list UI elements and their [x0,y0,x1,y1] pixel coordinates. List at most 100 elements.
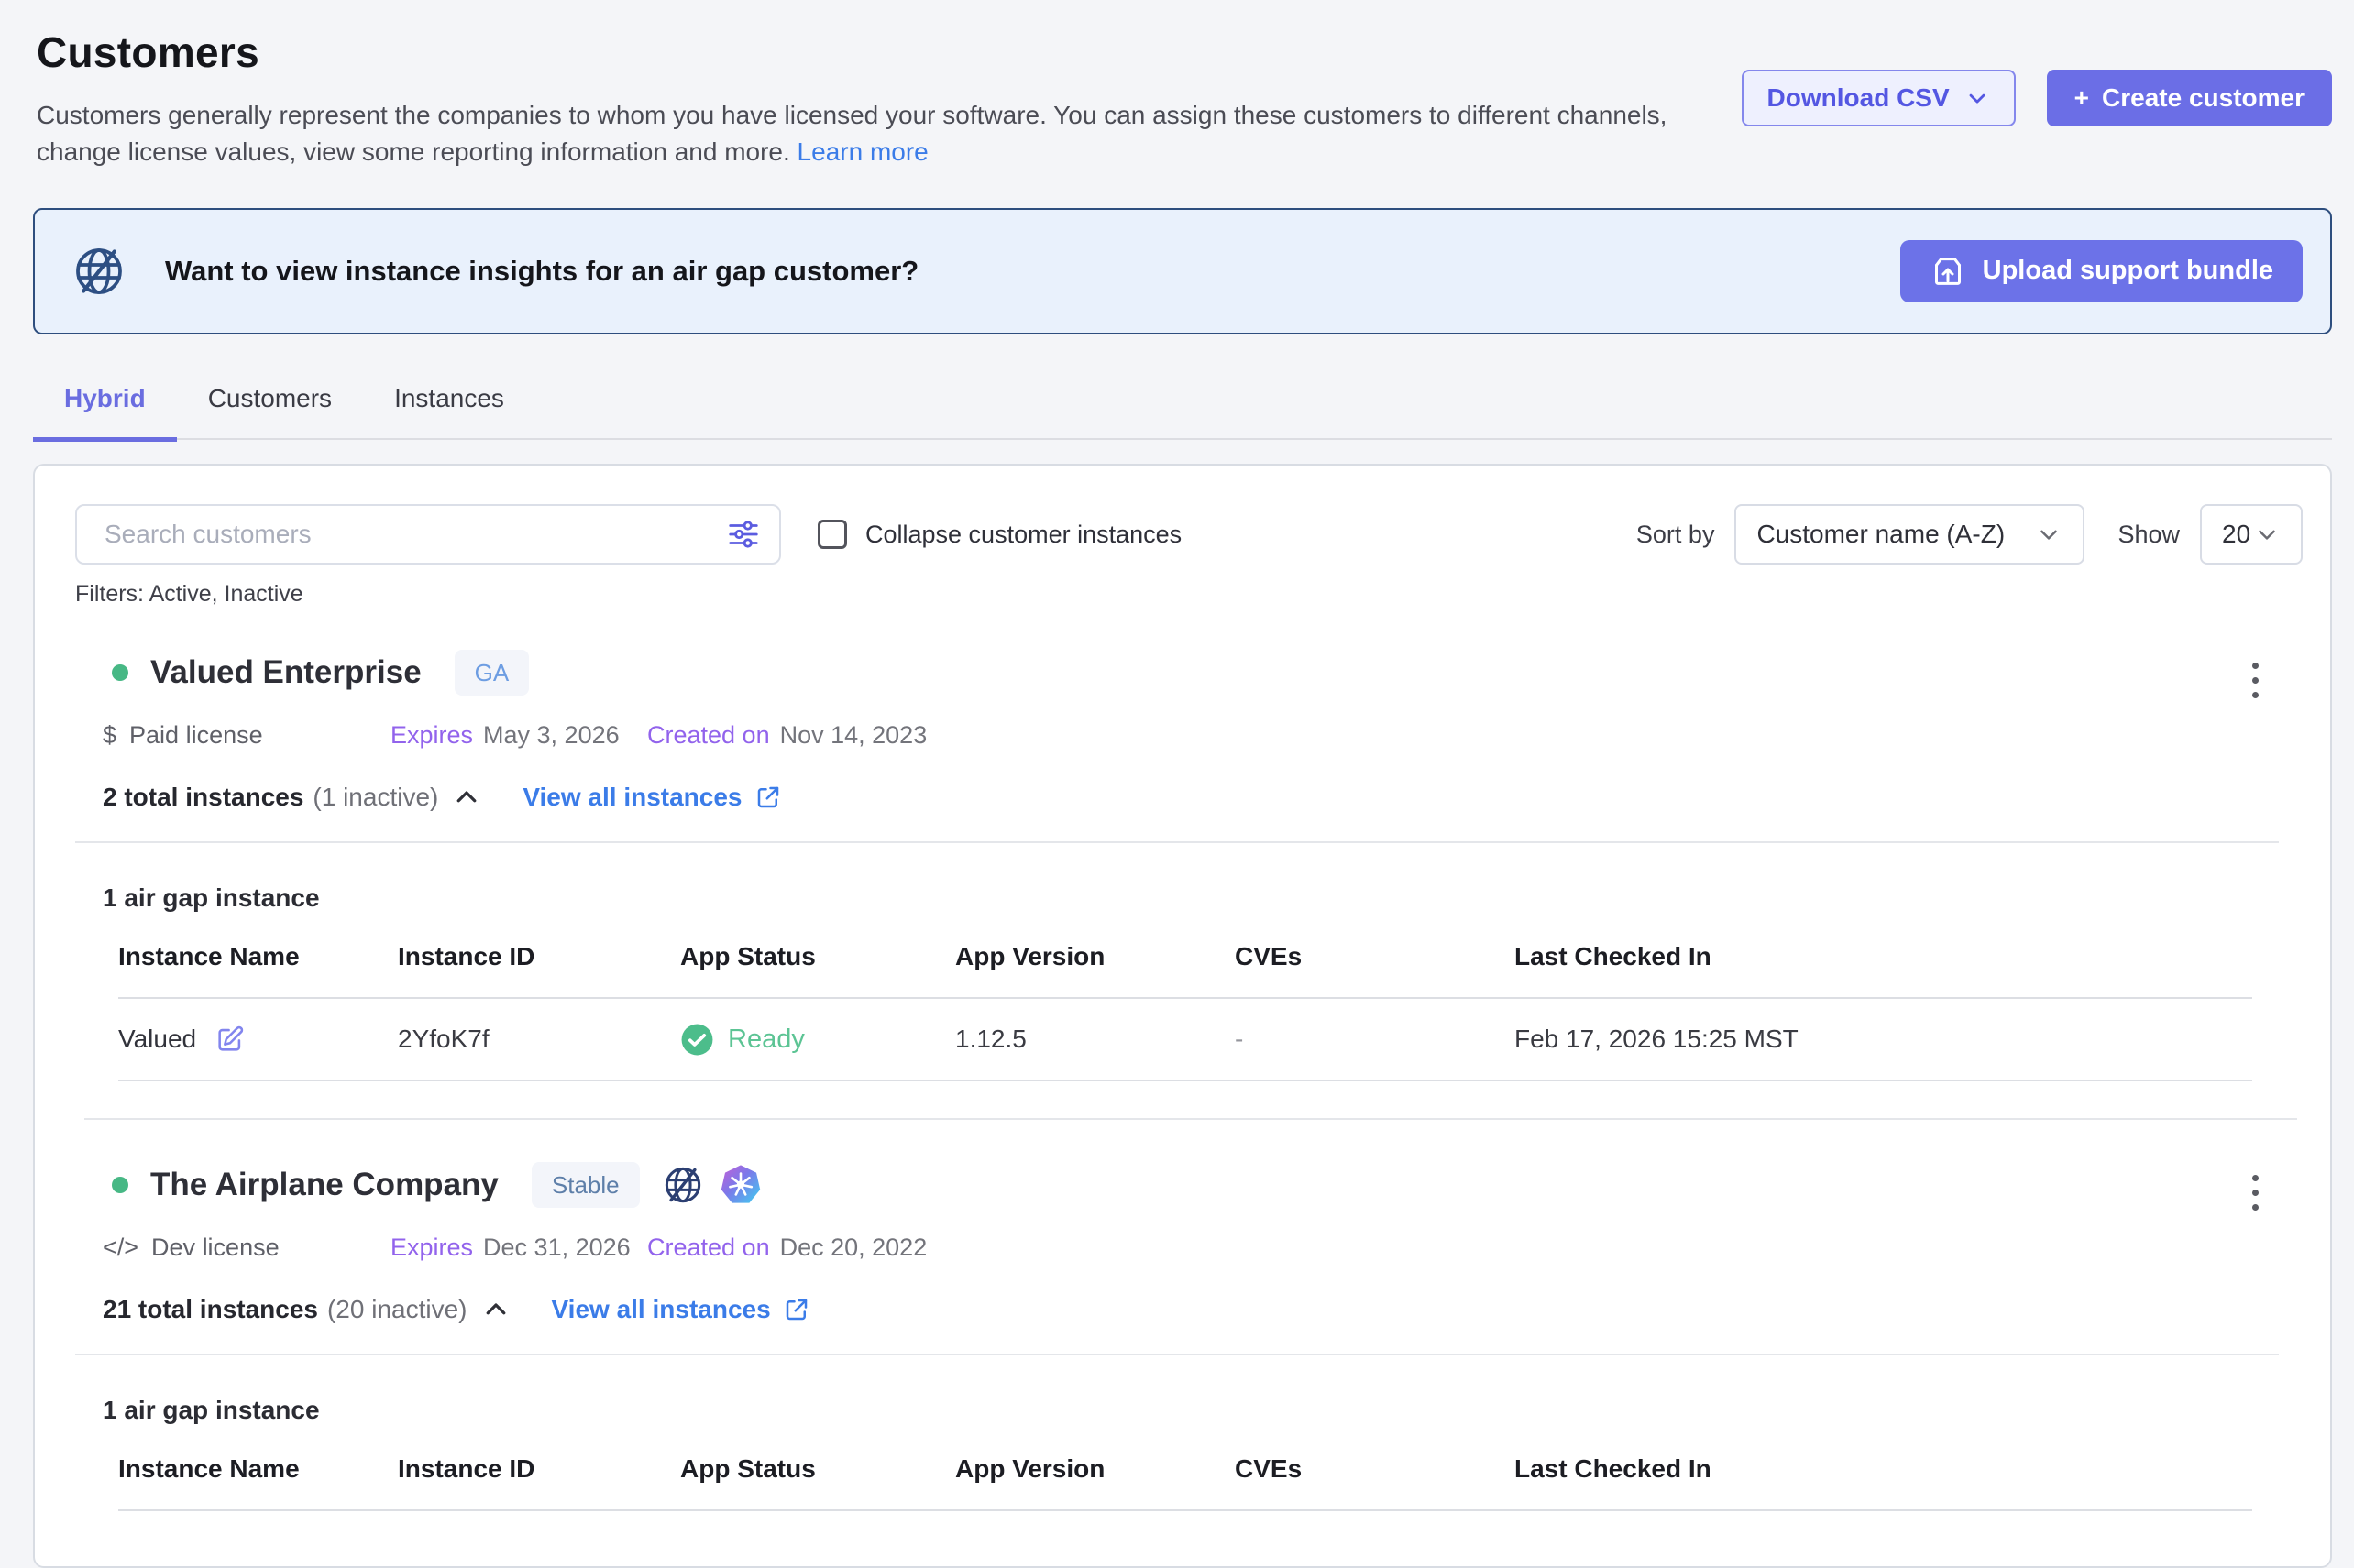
banner-title: Want to view instance insights for an ai… [165,255,918,288]
created-pair: Created on Nov 14, 2023 [647,721,927,750]
col-instance-name: Instance Name [118,942,398,971]
col-instance-name: Instance Name [118,1454,398,1484]
header-actions: Download CSV + Create customer [1742,70,2332,126]
col-app-status: App Status [680,942,955,971]
customer-section-valued-enterprise: Valued Enterprise GA $ Paid license Expi… [75,650,2303,1120]
license-type: Paid license [129,721,263,750]
customer-section-airplane-company: The Airplane Company Stable [75,1162,2303,1511]
tab-instances[interactable]: Instances [363,378,535,442]
col-last-checked-in: Last Checked In [1514,1454,2252,1484]
created-on-label: Created on [647,721,770,750]
kebab-dot [2252,663,2259,669]
kebab-dot [2252,1190,2259,1196]
created-on-label: Created on [647,1234,770,1262]
edit-instance-name-button[interactable] [214,1024,246,1055]
plus-icon: + [2074,83,2089,113]
view-all-instances-link[interactable]: View all instances [552,1295,810,1324]
inactive-count-text: (1 inactive) [313,783,438,812]
expires-pair: Expires May 3, 2026 [390,721,647,750]
kebab-dot [2252,692,2259,698]
view-all-instances-label: View all instances [552,1295,771,1324]
airgap-instance-heading: 1 air gap instance [103,1396,2303,1425]
download-csv-button[interactable]: Download CSV [1742,70,2016,126]
chevron-up-icon [453,784,480,811]
upload-button-label: Upload support bundle [1983,256,2273,286]
view-all-instances-link[interactable]: View all instances [522,783,781,812]
instances-table-header: Instance Name Instance ID App Status App… [118,942,2252,999]
instances-table-header: Instance Name Instance ID App Status App… [118,1454,2252,1511]
tab-customers[interactable]: Customers [177,378,363,442]
upload-bundle-icon [1930,253,1966,290]
expires-value: Dec 31, 2026 [483,1234,631,1262]
col-app-version: App Version [955,942,1235,971]
instances-summary-row: 2 total instances (1 inactive) View all … [103,783,2303,812]
table-row: Valued 2YfoK7f Ready 1.12.5 - Feb 17, 20… [118,999,2252,1081]
sort-by-value: Customer name (A-Z) [1756,520,2005,549]
show-select[interactable]: 20 [2200,504,2303,565]
inactive-count-text: (20 inactive) [327,1295,468,1324]
active-filters-text: Filters: Active, Inactive [75,581,2303,608]
collapse-checkbox-row: Collapse customer instances [818,520,1182,549]
download-csv-label: Download CSV [1767,83,1950,113]
collapse-instances-button[interactable] [482,1296,510,1323]
customer-header: The Airplane Company Stable [75,1162,2303,1208]
airgap-globe-icon [662,1164,704,1206]
create-customer-button[interactable]: + Create customer [2047,70,2332,126]
col-instance-id: Instance ID [398,942,680,971]
sort-by-label: Sort by [1636,521,1715,549]
filter-sliders-icon[interactable] [726,517,761,552]
dollar-icon: $ [103,721,116,750]
tab-bar: Hybrid Customers Instances [33,378,2332,441]
customer-meta-row: $ Paid license Expires May 3, 2026 Creat… [103,721,2303,750]
col-app-status: App Status [680,1454,955,1484]
customer-menu-button[interactable] [2245,655,2266,706]
instances-table: Instance Name Instance ID App Status App… [118,1454,2252,1511]
upload-support-bundle-button[interactable]: Upload support bundle [1900,240,2303,302]
external-link-icon [783,1296,810,1323]
total-instances-text: 21 total instances [103,1295,318,1324]
col-cves: CVEs [1235,1454,1514,1484]
customer-name[interactable]: Valued Enterprise [150,654,422,691]
customer-meta-row: </> Dev license Expires Dec 31, 2026 Cre… [103,1234,2303,1262]
code-icon: </> [103,1234,138,1262]
expires-pair: Expires Dec 31, 2026 [390,1234,647,1262]
kebab-dot [2252,1175,2259,1181]
channel-badge: Stable [532,1162,640,1208]
license-block: </> Dev license [103,1234,390,1262]
kebab-dot [2252,677,2259,684]
last-checked-in-cell: Feb 17, 2026 15:25 MST [1514,1025,2252,1054]
app-status-cell: Ready [680,1023,955,1057]
airgap-banner: Want to view instance insights for an ai… [33,208,2332,334]
section-rule [75,841,2279,843]
created-pair: Created on Dec 20, 2022 [647,1234,927,1262]
customer-menu-button[interactable] [2245,1168,2266,1218]
instance-name: Valued [118,1025,196,1054]
customers-card: Collapse customer instances Sort by Cust… [33,464,2332,1568]
section-rule [75,1354,2279,1355]
collapse-checkbox-label: Collapse customer instances [865,521,1182,549]
customer-name[interactable]: The Airplane Company [150,1167,499,1203]
airgap-instance-heading: 1 air gap instance [103,883,2303,913]
tab-hybrid[interactable]: Hybrid [33,378,177,442]
customer-divider [84,1118,2297,1120]
view-all-instances-label: View all instances [522,783,742,812]
channel-badge: GA [455,650,530,696]
collapse-instances-button[interactable] [453,784,480,811]
expires-label: Expires [390,721,473,750]
external-link-icon [754,784,782,811]
airgap-globe-icon [72,244,126,299]
create-customer-label: Create customer [2102,83,2304,113]
instances-summary-row: 21 total instances (20 inactive) View al… [103,1295,2303,1324]
expires-value: May 3, 2026 [483,721,620,750]
instances-table: Instance Name Instance ID App Status App… [118,942,2252,1081]
search-input[interactable] [75,504,781,565]
chevron-down-icon [2035,521,2062,548]
collapse-checkbox[interactable] [818,520,847,549]
page-description: Customers generally represent the compan… [37,97,1687,171]
learn-more-link[interactable]: Learn more [798,137,929,166]
check-circle-icon [680,1023,714,1057]
instance-id-cell: 2YfoK7f [398,1025,680,1054]
sort-by-select[interactable]: Customer name (A-Z) [1734,504,2084,565]
kebab-dot [2252,1204,2259,1211]
chevron-down-icon [2253,521,2281,548]
